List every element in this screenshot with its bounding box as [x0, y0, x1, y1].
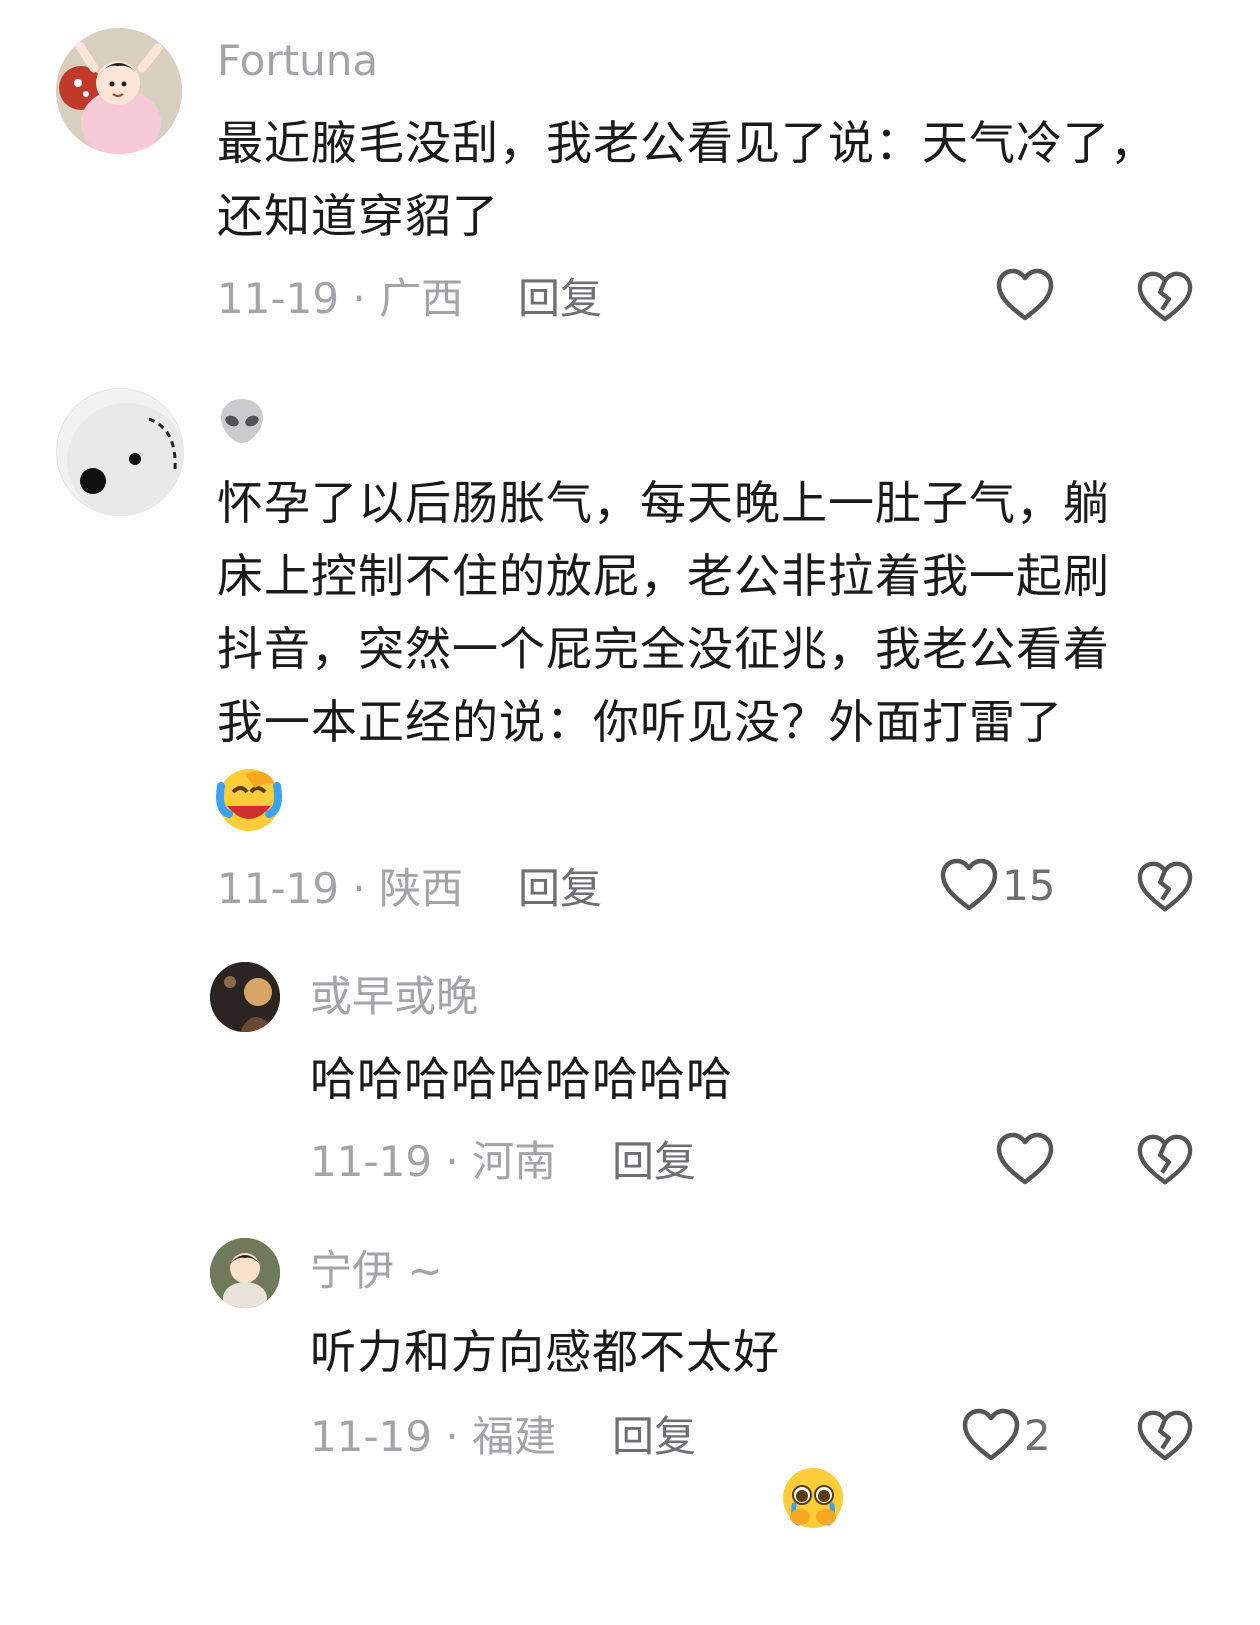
reply-date-region: 11-19 · 福建 [310, 1412, 557, 1461]
broken-heart-icon [1137, 1134, 1193, 1185]
dislike-button[interactable] [1137, 1133, 1193, 1187]
reply-text: 哈哈哈哈哈哈哈哈哈 [310, 1052, 733, 1106]
reply-button[interactable]: 回复 [518, 864, 602, 914]
reply-text-content: 听力和方向感都不太好 [310, 1325, 780, 1379]
like-count: 2 [1024, 1410, 1051, 1460]
pleading-face-emoji [780, 1319, 846, 1528]
like-count: 15 [1002, 860, 1056, 910]
comment-text: 怀孕了以后肠胀气，每天晚上一肚子气，躺 床上控制不住的放屁，老公非拉着我一起刷 … [217, 476, 1110, 749]
reply-date-region: 11-19 · 河南 [310, 1137, 557, 1186]
dislike-button[interactable] [1137, 270, 1193, 324]
dislike-button[interactable] [1137, 1409, 1193, 1463]
reply-username[interactable]: 或早或晚 [310, 972, 478, 1022]
reply-text: 听力和方向感都不太好 [310, 1316, 1210, 1528]
comment-username[interactable]: Fortuna [217, 36, 378, 86]
heart-icon [996, 1132, 1054, 1185]
avatar-cartoon-icon [56, 28, 182, 154]
avatar[interactable] [210, 962, 280, 1032]
like-button[interactable] [996, 268, 1058, 322]
heart-icon [962, 1408, 1020, 1461]
avatar[interactable] [210, 1238, 280, 1308]
alien-icon [221, 399, 263, 443]
heart-icon [996, 268, 1054, 321]
comment-date-region: 11-19 · 陕西 [217, 864, 464, 913]
reply-button[interactable]: 回复 [612, 1137, 696, 1187]
heart-icon [940, 858, 998, 911]
avatar[interactable] [56, 28, 182, 154]
comment-date-region: 11-19 · 广西 [217, 274, 464, 323]
like-button[interactable] [996, 1132, 1058, 1186]
avatar-cartoon-icon [210, 1238, 280, 1308]
comment-username[interactable] [217, 396, 267, 457]
like-button[interactable]: 2 [962, 1408, 1051, 1462]
avatar[interactable] [56, 388, 184, 516]
reply-button[interactable]: 回复 [612, 1412, 696, 1462]
comment-text: 最近腋毛没刮，我老公看见了说：天气冷了， 还知道穿貂了 [217, 116, 1157, 243]
dislike-button[interactable] [1137, 860, 1193, 914]
broken-heart-icon [1137, 861, 1193, 912]
broken-heart-icon [1137, 1410, 1193, 1461]
reply-username[interactable]: 宁伊 ~ [310, 1246, 443, 1296]
like-button[interactable]: 15 [940, 858, 1055, 912]
crying-laughing-emoji [215, 766, 283, 834]
reply-button[interactable]: 回复 [518, 274, 602, 324]
avatar-bear-icon [57, 389, 183, 515]
broken-heart-icon [1137, 271, 1193, 322]
avatar-photo-icon [210, 962, 280, 1032]
